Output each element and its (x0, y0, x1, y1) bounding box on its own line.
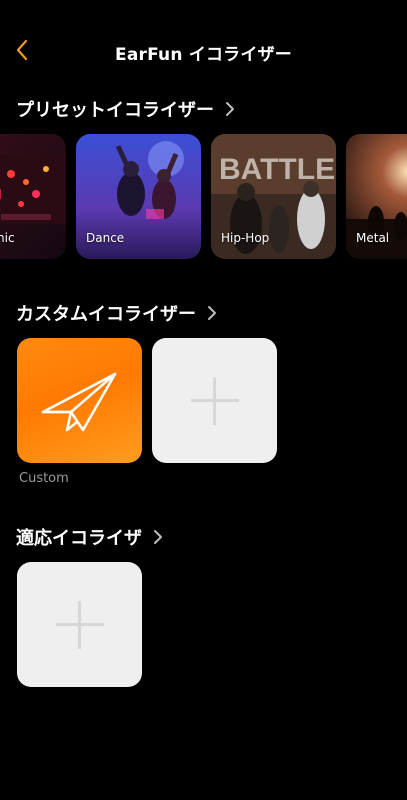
custom-eq-label: Custom (19, 471, 69, 486)
preset-hip-hop[interactable]: BATTLE Hip-Hop (211, 134, 336, 259)
svg-text:BATTLE: BATTLE (219, 153, 335, 186)
preset-eq-title: プリセットイコライザー (16, 100, 214, 121)
preset-label: nic (0, 231, 15, 245)
preset-metal[interactable]: Metal (346, 134, 407, 259)
custom-eq-tile[interactable] (17, 338, 142, 463)
preset-electronic[interactable]: nic (0, 134, 66, 259)
custom-eq-section-header[interactable]: カスタムイコライザー (16, 300, 220, 326)
add-custom-eq-button[interactable] (152, 338, 277, 463)
chevron-right-icon (208, 306, 216, 320)
chevron-right-icon (154, 530, 162, 544)
paper-plane-icon (41, 372, 117, 432)
preset-carousel[interactable]: nic Dance BATTLE Hip-Hop Metal (0, 134, 407, 261)
adaptive-eq-section-header[interactable]: 適応イコライザ (16, 524, 166, 550)
chevron-right-icon (226, 102, 234, 116)
preset-eq-section-header[interactable]: プリセットイコライザー (16, 96, 238, 122)
preset-dance[interactable]: Dance (76, 134, 201, 259)
custom-eq-title: カスタムイコライザー (16, 304, 196, 325)
top-bar: EarFun イコライザー (0, 30, 407, 70)
page-title: EarFun イコライザー (115, 45, 292, 65)
preset-label: Hip-Hop (221, 231, 270, 245)
preset-label: Dance (86, 231, 125, 245)
add-adaptive-eq-button[interactable] (17, 562, 142, 687)
adaptive-eq-title: 適応イコライザ (16, 528, 142, 549)
preset-label: Metal (356, 231, 390, 245)
